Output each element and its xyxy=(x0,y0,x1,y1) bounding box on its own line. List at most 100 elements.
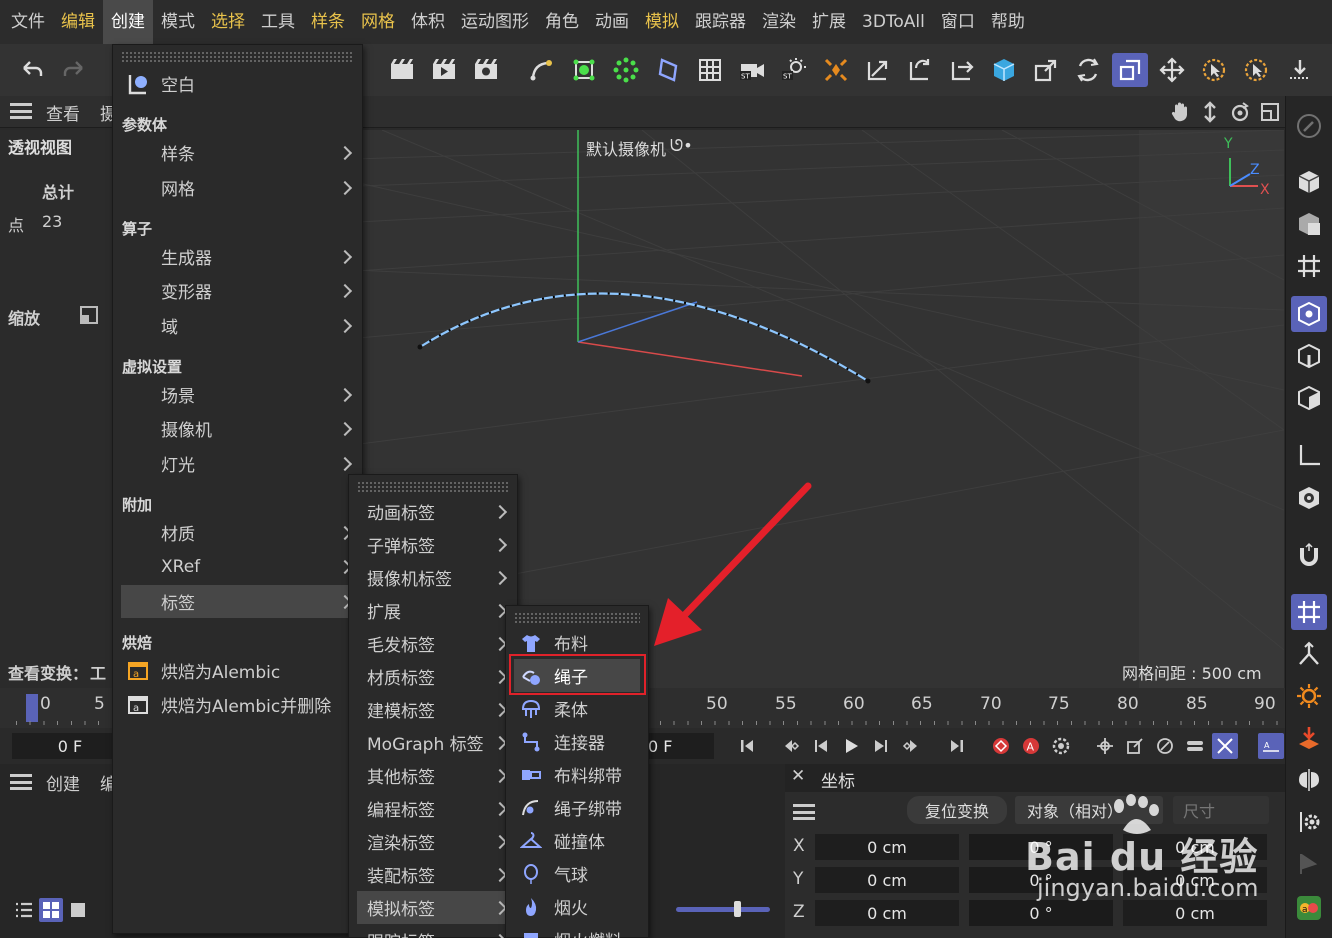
menu-spline[interactable]: 样条 xyxy=(303,0,353,44)
menu-item-tag[interactable]: 标签 xyxy=(121,585,354,618)
frame-end-field[interactable]: 0 F xyxy=(640,733,714,759)
grid-icon[interactable] xyxy=(692,53,728,87)
sim-item-connector[interactable]: 连接器 xyxy=(506,725,648,758)
symmetry-icon[interactable] xyxy=(1291,762,1327,798)
menu-select[interactable]: 选择 xyxy=(203,0,253,44)
menu-edit[interactable]: 编辑 xyxy=(53,0,103,44)
sim-item-pyro[interactable]: 烟火 xyxy=(506,890,648,923)
key-param-icon[interactable] xyxy=(1182,733,1208,759)
menu-item-material[interactable]: 材质 xyxy=(113,516,362,549)
frame-start-field[interactable]: 0 F xyxy=(12,733,128,759)
texture-mode-icon[interactable] xyxy=(1291,206,1327,242)
tag-item-extensions[interactable]: 扩展 xyxy=(349,594,517,627)
grid-view-icon[interactable] xyxy=(39,898,63,922)
tag-item-bullet[interactable]: 子弹标签 xyxy=(349,528,517,561)
solo-mode-icon[interactable] xyxy=(1291,480,1327,516)
settings-gear-icon[interactable] xyxy=(1291,804,1327,840)
viewport-tab-view[interactable]: 查看 xyxy=(46,100,80,125)
next-frame-icon[interactable] xyxy=(868,733,894,759)
drop-floor-icon[interactable] xyxy=(1291,720,1327,756)
sim-item-softbody[interactable]: 柔体 xyxy=(506,692,648,725)
coords-size-select[interactable]: 尺寸 xyxy=(1173,796,1269,824)
coords-close-icon[interactable]: ✕ xyxy=(791,766,805,786)
rotate-tool-icon[interactable] xyxy=(1070,53,1106,87)
scale-axis-icon[interactable] xyxy=(944,53,980,87)
undo-icon[interactable] xyxy=(14,53,50,87)
sim-item-balloon[interactable]: 气球 xyxy=(506,857,648,890)
tag-item-camera[interactable]: 摄像机标签 xyxy=(349,561,517,594)
edges-mode-icon[interactable] xyxy=(1291,338,1327,374)
zoom-slider-track[interactable] xyxy=(676,907,770,912)
move-tool-icon[interactable] xyxy=(1154,53,1190,87)
edit-mode-icon[interactable] xyxy=(1291,108,1327,144)
model-mode-icon[interactable] xyxy=(1291,164,1327,200)
plugin-logo-icon[interactable]: a xyxy=(1291,890,1327,926)
key-rotation-icon[interactable] xyxy=(1152,733,1178,759)
polygon-pen-icon[interactable] xyxy=(650,53,686,87)
menu-tools[interactable]: 工具 xyxy=(253,0,303,44)
render-settings-icon[interactable] xyxy=(468,53,504,87)
points-mode-icon[interactable] xyxy=(1291,296,1327,332)
menu-item-empty[interactable]: 空白 xyxy=(113,67,362,100)
record-icon[interactable] xyxy=(988,733,1014,759)
light-st-icon[interactable]: ST xyxy=(776,53,812,87)
quantize-icon[interactable] xyxy=(1291,636,1327,672)
tag-item-mograph[interactable]: MoGraph 标签 xyxy=(349,726,517,759)
menu-item-bake-alembic-delete[interactable]: a 烘焙为Alembic并删除 xyxy=(113,688,362,721)
menu-item-generator[interactable]: 生成器 xyxy=(113,240,362,273)
tag-item-programming[interactable]: 编程标签 xyxy=(349,792,517,825)
menu-item-scene[interactable]: 场景 xyxy=(113,378,362,411)
zoom-fit-icon[interactable] xyxy=(78,304,100,326)
menu-animate[interactable]: 动画 xyxy=(587,0,637,44)
render-to-picture-viewer-icon[interactable] xyxy=(426,53,462,87)
orbit-icon[interactable] xyxy=(1228,99,1252,125)
polygons-mode-icon[interactable] xyxy=(1291,380,1327,416)
camera-st-icon[interactable]: ST xyxy=(734,53,770,87)
menu-item-xref[interactable]: XRef xyxy=(113,550,362,583)
menu-mesh[interactable]: 网格 xyxy=(353,0,403,44)
prev-frame-icon[interactable] xyxy=(808,733,834,759)
rect-select-icon[interactable] xyxy=(1238,53,1274,87)
tag-item-modeling[interactable]: 建模标签 xyxy=(349,693,517,726)
tag-item-simulation[interactable]: 模拟标签 xyxy=(357,891,509,924)
tag-item-tracking[interactable]: 跟踪标签 xyxy=(349,924,517,938)
tag-item-material[interactable]: 材质标签 xyxy=(349,660,517,693)
material-hamburger-icon[interactable] xyxy=(10,774,32,790)
menu-item-spline[interactable]: 样条 xyxy=(113,136,362,169)
axis-mode-icon[interactable] xyxy=(1291,438,1327,474)
sim-item-pyro-fuel[interactable]: 烟火燃料 xyxy=(506,923,648,938)
menu-item-field[interactable]: 域 xyxy=(113,309,362,342)
sun-light-icon[interactable] xyxy=(1291,678,1327,714)
snap-grid-icon[interactable] xyxy=(1291,594,1327,630)
maximize-view-icon[interactable] xyxy=(1258,99,1282,125)
menu-create[interactable]: 创建 xyxy=(103,0,153,44)
redo-icon[interactable] xyxy=(56,53,92,87)
live-select-icon[interactable] xyxy=(1196,53,1232,87)
mat-menu-create[interactable]: 创建 xyxy=(46,770,80,795)
tag-item-render[interactable]: 渲染标签 xyxy=(349,825,517,858)
playhead[interactable] xyxy=(26,694,38,722)
menu-item-bake-alembic[interactable]: a 烘焙为Alembic xyxy=(113,654,362,687)
rot-z-field[interactable]: 0 ° xyxy=(969,900,1113,926)
snap-magnet-icon[interactable] xyxy=(1291,538,1327,574)
prev-key-icon[interactable] xyxy=(778,733,804,759)
menu-extensions[interactable]: 扩展 xyxy=(804,0,854,44)
coords-hamburger-icon[interactable] xyxy=(793,804,815,820)
workplane-icon[interactable] xyxy=(1291,248,1327,284)
point-selection-icon[interactable] xyxy=(566,53,602,87)
pos-y-field[interactable]: 0 cm xyxy=(815,867,959,893)
render-active-view-icon[interactable] xyxy=(384,53,420,87)
menu-simulate[interactable]: 模拟 xyxy=(637,0,687,44)
menu-item-deformer[interactable]: 变形器 xyxy=(113,274,362,307)
axis-center-icon[interactable] xyxy=(818,53,854,87)
menu-item-mesh[interactable]: 网格 xyxy=(113,171,362,204)
menu-item-light[interactable]: 灯光 xyxy=(113,447,362,480)
next-key-icon[interactable] xyxy=(898,733,924,759)
key-position-icon[interactable] xyxy=(1092,733,1118,759)
sim-item-rope-belt[interactable]: 绳子绑带 xyxy=(506,791,648,824)
scale-select-icon[interactable] xyxy=(1112,53,1148,87)
menu-mode[interactable]: 模式 xyxy=(153,0,203,44)
key-scale-icon[interactable] xyxy=(1122,733,1148,759)
key-settings-icon[interactable] xyxy=(1048,733,1074,759)
sim-item-cloth-belt[interactable]: 布料绑带 xyxy=(506,758,648,791)
